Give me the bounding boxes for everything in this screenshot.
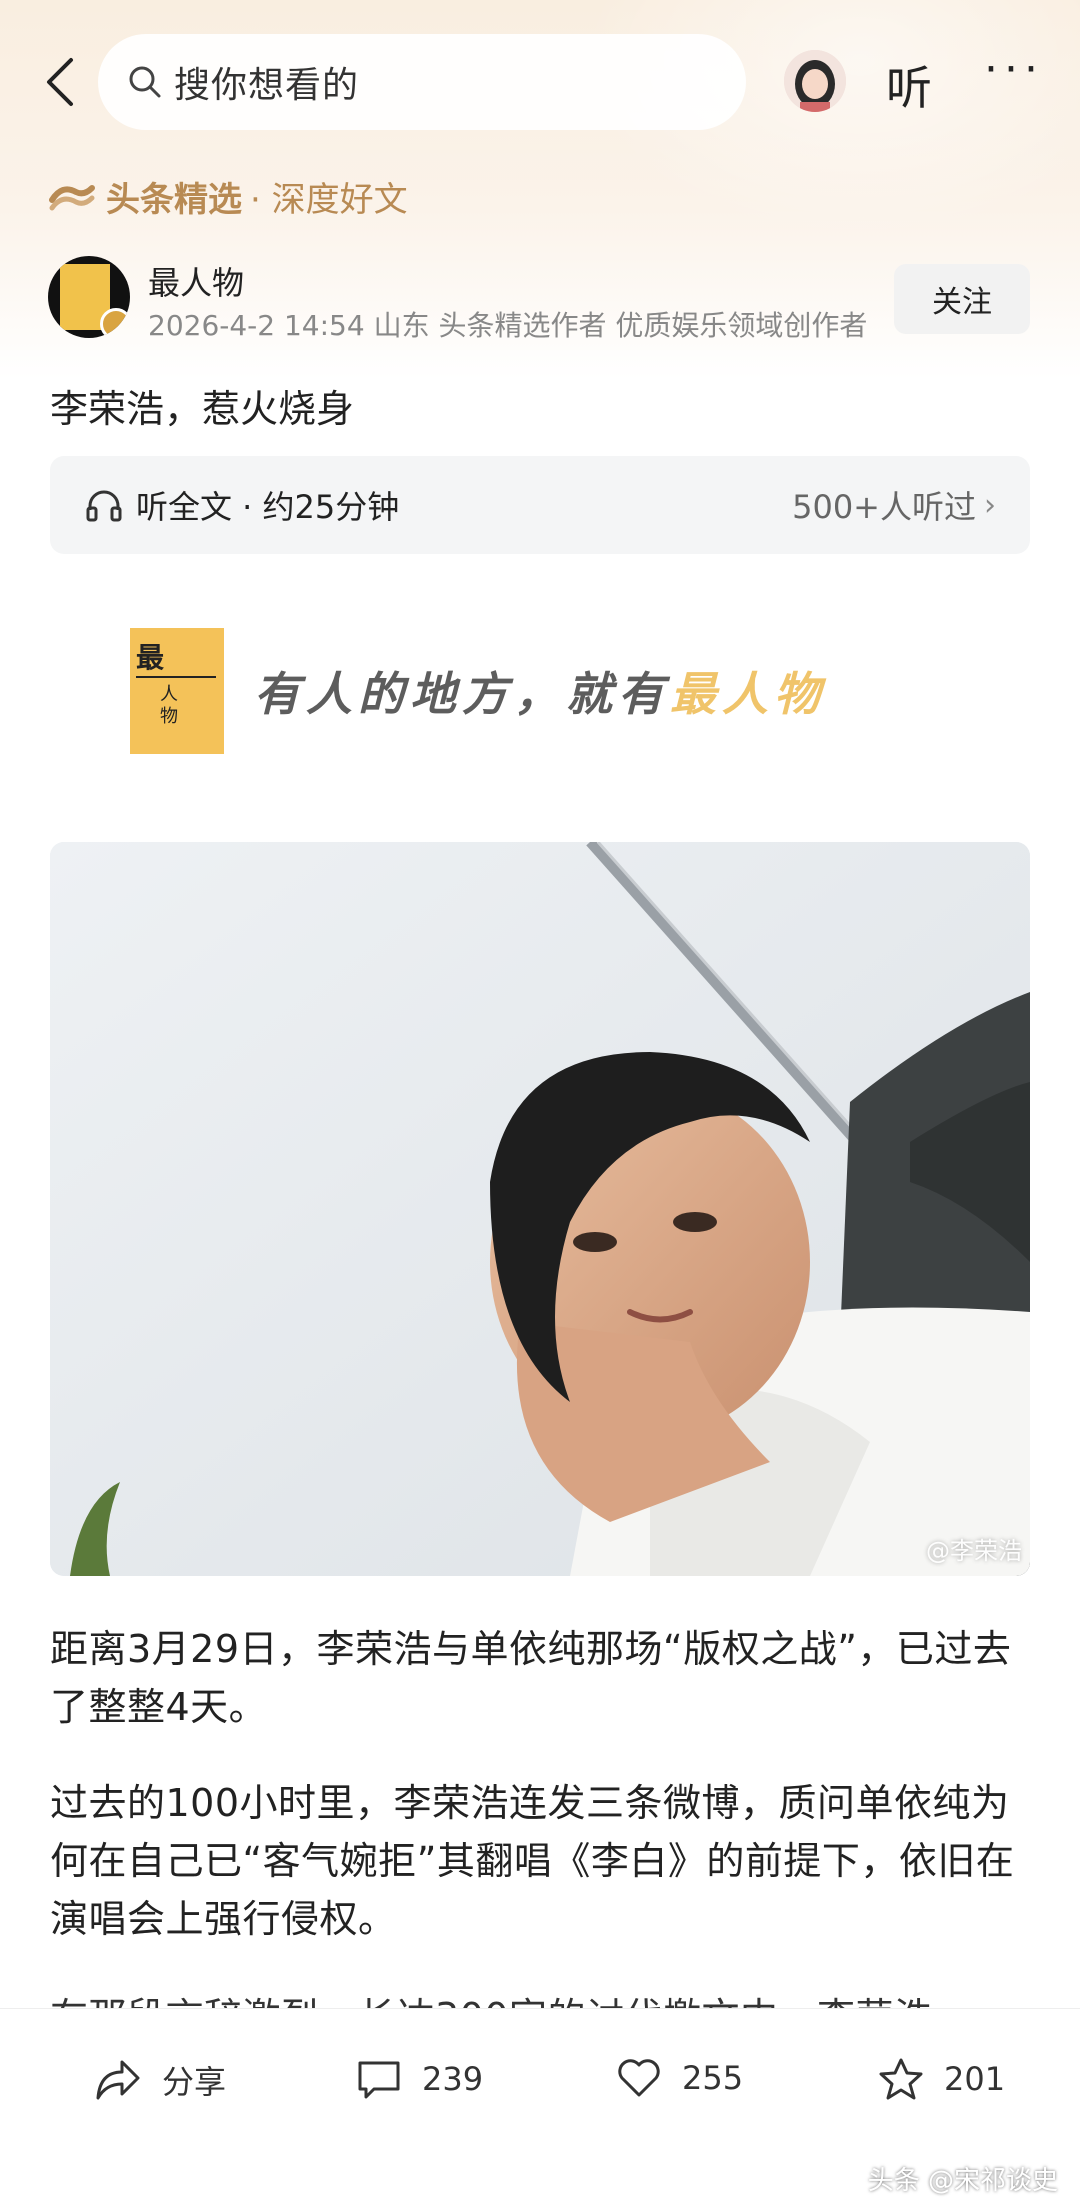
follow-button[interactable]: 关注: [894, 264, 1030, 334]
comment-icon: [358, 2061, 400, 2099]
source-watermark: 头条 @宋祁谈史: [867, 2166, 1058, 2196]
channel-sub: · 深度好文: [250, 180, 408, 220]
toutiao-featured-icon: [49, 184, 95, 210]
avatar-illustration: [784, 50, 846, 112]
portrait-image: [50, 842, 1030, 1576]
listen-panel-label: 听全文 · 约25分钟: [136, 488, 400, 526]
like-button[interactable]: 255: [616, 2057, 743, 2099]
chevron-right-icon: ›: [984, 487, 996, 523]
logo-divider: [136, 676, 216, 678]
listen-count: 500+人听过: [792, 488, 976, 526]
article-paragraph: 在那段言辞激烈、长达300字的讨伐檄文中，李荣浩: [50, 1988, 1030, 2008]
article-paragraph: 距离3月29日，李荣浩与单依纯那场“版权之战”，已过去了整整4天。: [50, 1627, 1012, 1729]
user-avatar[interactable]: [784, 50, 846, 112]
star-icon: [879, 2058, 923, 2100]
back-button[interactable]: [38, 52, 82, 112]
brand-banner: 最 人物 有人的地方，就有最人物: [130, 626, 960, 756]
author-avatar[interactable]: [48, 256, 130, 338]
article-photo[interactable]: @李荣浩: [50, 842, 1030, 1576]
slogan-prefix: 有人的地方，就有: [254, 667, 670, 721]
share-button[interactable]: 分享: [94, 2057, 226, 2103]
favorite-button[interactable]: 201: [878, 2057, 1005, 2101]
logo-sub-text: 人物: [160, 684, 178, 727]
author-name[interactable]: 最人物: [148, 258, 244, 304]
heart-icon: [618, 2059, 660, 2097]
headphones-icon: [86, 490, 122, 522]
comment-count: 239: [422, 2060, 484, 2098]
share-icon: [96, 2060, 140, 2100]
zuirenwu-logo: 最 人物: [130, 628, 224, 754]
banner-slogan: 有人的地方，就有最人物: [254, 658, 826, 724]
search-placeholder: 搜你想看的: [174, 65, 360, 106]
share-label: 分享: [162, 2063, 227, 2101]
more-options-button[interactable]: ···: [984, 44, 1044, 95]
slogan-highlight: 最人物: [670, 667, 826, 721]
channel-label: 头条精选 · 深度好文: [48, 172, 408, 221]
logo-main-char: 最: [136, 641, 165, 674]
like-count: 255: [682, 2059, 744, 2097]
favorite-count: 201: [944, 2060, 1006, 2098]
search-input[interactable]: 搜你想看的: [98, 34, 746, 130]
verified-badge-icon: [100, 308, 130, 338]
author-meta: 2026-4-2 14:54 山东 头条精选作者 优质娱乐领域创作者: [148, 309, 868, 342]
listen-full-text-panel[interactable]: 听全文 · 约25分钟 500+人听过 ›: [50, 456, 1030, 554]
chevron-left-icon: [47, 58, 73, 106]
photo-watermark: @李荣浩: [926, 1537, 1022, 1565]
search-icon: [129, 66, 161, 98]
listen-button[interactable]: 听: [886, 52, 932, 118]
comment-button[interactable]: 239: [356, 2057, 483, 2101]
article-paragraph: 过去的100小时里，李荣浩连发三条微博，质问单依纯为何在自己已“客气婉拒”其翻唱…: [50, 1781, 1015, 1941]
article-title: 李荣浩，惹火烧身: [50, 387, 355, 431]
channel-brand: 头条精选: [106, 180, 242, 220]
